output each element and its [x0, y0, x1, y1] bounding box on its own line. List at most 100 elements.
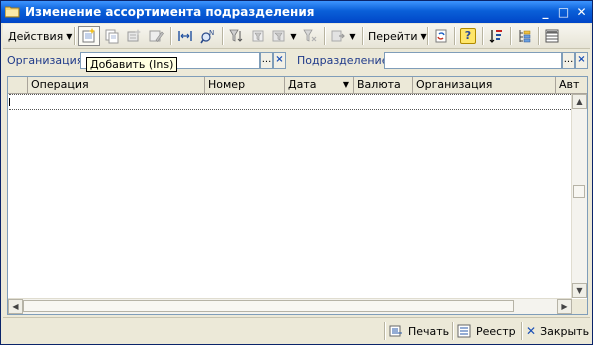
registry-icon: [457, 324, 473, 338]
column-date-label: Дата: [288, 78, 317, 91]
registry-label: Реестр: [476, 324, 516, 338]
organization-label: Организация:: [7, 54, 88, 67]
help-icon: ?: [460, 28, 476, 44]
print-icon: [389, 324, 405, 338]
bottom-separator: [384, 322, 386, 340]
filter-list-icon: [250, 28, 266, 44]
chevron-down-icon: ▼: [420, 31, 427, 41]
toolbar-separator: [427, 27, 429, 45]
help-button[interactable]: ?: [458, 26, 478, 46]
toolbar-separator: [482, 27, 484, 45]
close-window-button[interactable]: ✕: [574, 5, 589, 19]
scroll-down-button[interactable]: ▼: [572, 283, 587, 298]
text-cursor: [9, 98, 10, 106]
svg-text:N: N: [209, 29, 214, 37]
actions-menu-button[interactable]: Действия ▼: [5, 26, 75, 46]
edit-button[interactable]: [146, 26, 166, 46]
add-tooltip: Добавить (Ins): [86, 57, 178, 72]
edit-icon: [148, 28, 164, 44]
filter-clear-icon: [302, 28, 318, 44]
sort-button[interactable]: [486, 26, 506, 46]
department-field[interactable]: [384, 52, 562, 69]
close-button[interactable]: ✕ Закрыть: [526, 322, 589, 340]
toolbar-separator: [324, 27, 326, 45]
sort-desc-icon: ▼: [342, 80, 349, 89]
filter-history-icon: [271, 28, 287, 44]
column-header-operation[interactable]: Операция: [28, 77, 205, 93]
add-group-icon: [126, 28, 142, 44]
actions-menu-label: Действия: [8, 29, 64, 43]
filter-button[interactable]: [226, 26, 246, 46]
scroll-up-button[interactable]: ▲: [572, 94, 587, 109]
filter-list-button[interactable]: [248, 26, 268, 46]
add-icon: [81, 28, 97, 44]
list-settings-icon: [544, 28, 560, 44]
post-button[interactable]: ▼: [328, 26, 358, 46]
table-header: Операция Номер Дата ▼ Валюта Организация…: [8, 77, 587, 94]
column-header-number[interactable]: Номер: [205, 77, 285, 93]
print-button[interactable]: Печать: [389, 322, 449, 340]
goto-menu-label: Перейти: [368, 29, 418, 43]
add-button[interactable]: [78, 26, 100, 46]
column-header-author[interactable]: Авт: [556, 77, 587, 93]
chevron-down-icon: ▼: [66, 31, 73, 41]
toolbar-separator: [510, 27, 512, 45]
toolbar-separator: [222, 27, 224, 45]
column-header-organization[interactable]: Организация: [413, 77, 556, 93]
sort-icon: [488, 28, 504, 44]
copy-button[interactable]: [102, 26, 122, 46]
goto-menu-button[interactable]: Перейти ▼: [365, 26, 430, 46]
main-window: Изменение ассортимента подразделения _ □…: [0, 0, 593, 345]
refresh-button[interactable]: [431, 26, 451, 46]
copy-icon: [104, 28, 120, 44]
filter-icon: [228, 28, 244, 44]
toolbar-separator: [170, 27, 172, 45]
list-settings-button[interactable]: [542, 26, 562, 46]
toolbar-separator: [362, 27, 364, 45]
maximize-button[interactable]: □: [556, 5, 571, 19]
chevron-down-icon: ▼: [349, 31, 356, 41]
refresh-icon: [433, 28, 449, 44]
print-label: Печать: [408, 324, 450, 338]
find-button[interactable]: N: [198, 26, 218, 46]
column-header-date[interactable]: Дата ▼: [285, 77, 354, 93]
bottom-separator: [521, 322, 523, 340]
title-bar[interactable]: Изменение ассортимента подразделения _ □…: [1, 1, 592, 23]
window-title: Изменение ассортимента подразделения: [25, 5, 315, 19]
organization-select-button[interactable]: ...: [260, 52, 273, 69]
bottom-separator: [452, 322, 454, 340]
vertical-scrollbar[interactable]: ▲ ▼: [571, 94, 587, 298]
hierarchy-icon: [516, 28, 532, 44]
scroll-left-button[interactable]: ◀: [8, 299, 23, 314]
find-icon: N: [200, 28, 216, 44]
filter-history-button[interactable]: ▼: [270, 26, 298, 46]
hierarchy-button[interactable]: [514, 26, 534, 46]
folder-icon: [5, 5, 20, 18]
department-clear-button[interactable]: ×: [575, 52, 588, 69]
filter-clear-button[interactable]: [300, 26, 320, 46]
minimize-button[interactable]: _: [538, 5, 553, 19]
empty-selected-row[interactable]: [9, 94, 575, 110]
bottom-bar: Печать Реестр ✕ Закрыть: [3, 317, 590, 344]
registry-button[interactable]: Реестр: [457, 322, 516, 340]
swap-button[interactable]: [174, 26, 196, 46]
horizontal-scroll-thumb[interactable]: [23, 300, 514, 312]
horizontal-scrollbar[interactable]: ◀ ▶: [8, 298, 572, 314]
scroll-right-button[interactable]: ▶: [557, 299, 572, 314]
toolbar-separator: [454, 27, 456, 45]
close-label: Закрыть: [540, 324, 590, 338]
toolbar-separator: [538, 27, 540, 45]
swap-icon: [176, 28, 194, 44]
add-group-button[interactable]: [124, 26, 144, 46]
post-icon: [330, 28, 346, 44]
scrollbar-corner: [572, 299, 587, 314]
toolbar-separator: [74, 27, 76, 45]
row-selector-header[interactable]: [8, 77, 28, 93]
documents-table[interactable]: Операция Номер Дата ▼ Валюта Организация…: [7, 76, 588, 315]
department-select-button[interactable]: ...: [562, 52, 575, 69]
column-header-currency[interactable]: Валюта: [354, 77, 413, 93]
close-icon: ✕: [526, 324, 537, 338]
chevron-down-icon: ▼: [290, 31, 297, 41]
organization-clear-button[interactable]: ×: [273, 52, 286, 69]
vertical-scroll-thumb[interactable]: [573, 185, 585, 198]
